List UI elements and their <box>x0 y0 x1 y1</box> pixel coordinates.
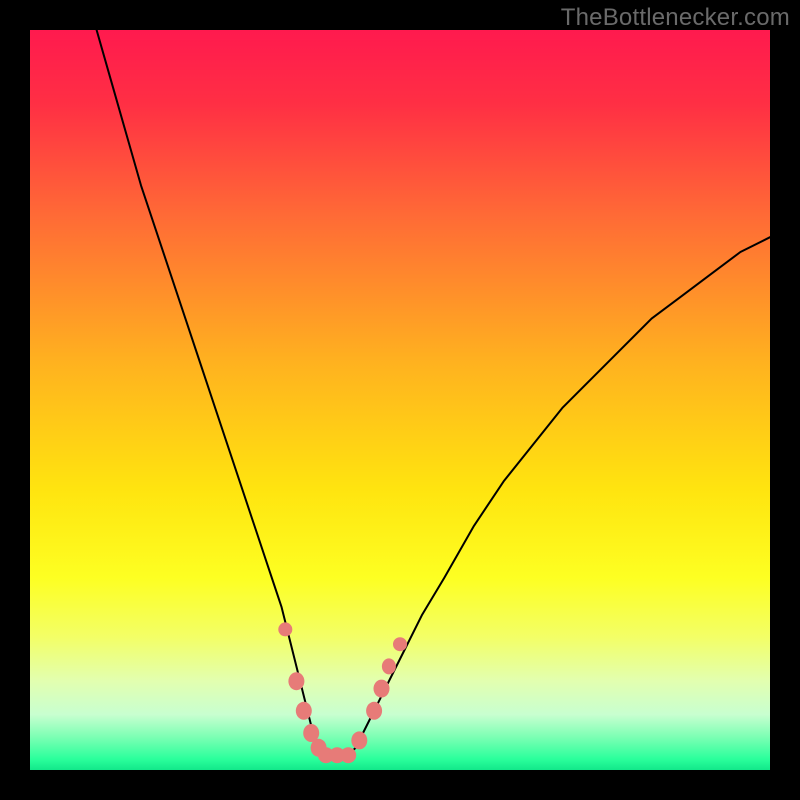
curve-marker <box>340 747 356 763</box>
curve-marker <box>288 672 304 690</box>
watermark-text: TheBottlenecker.com <box>561 4 790 32</box>
curve-marker <box>382 658 396 674</box>
curve-marker <box>351 731 367 749</box>
chart-svg <box>30 30 770 770</box>
curve-marker <box>393 637 407 651</box>
curve-marker <box>278 622 292 636</box>
chart-frame: TheBottlenecker.com <box>0 0 800 800</box>
curve-marker <box>296 702 312 720</box>
plot-area <box>30 30 770 770</box>
curve-marker <box>374 680 390 698</box>
curve-marker <box>366 702 382 720</box>
